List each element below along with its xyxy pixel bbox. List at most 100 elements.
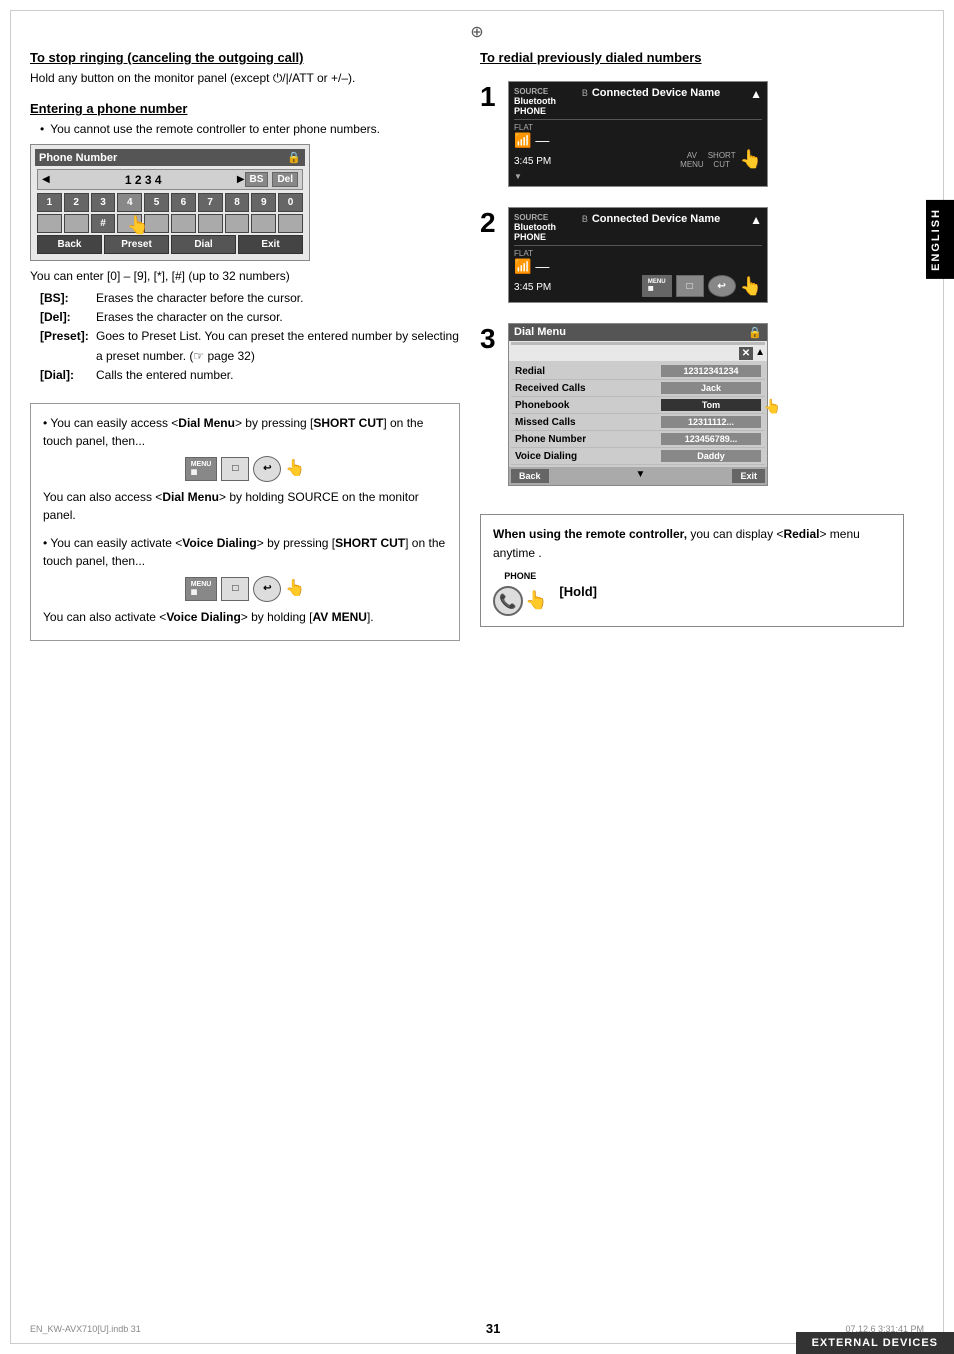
note-voice-text: • You can easily activate <Voice Dialing… <box>43 534 447 570</box>
key-7[interactable]: 7 <box>198 193 223 212</box>
step1-header: SOURCE BluetoothPHONE B Connected Device… <box>514 87 762 120</box>
phone-screen-title-label: Phone Number <box>39 152 117 164</box>
bullet-dial-text: Calls the entered number. <box>96 366 233 385</box>
step2-clip-btn[interactable]: □ <box>676 275 704 297</box>
entering-heading: Entering a phone number <box>30 101 460 116</box>
remote-note-inner: PHONE 📞 👆 [Hold] <box>493 569 891 615</box>
hand-icon-2: 👆 <box>285 576 305 602</box>
return-icon: ↩ <box>253 456 281 482</box>
hand-icon-1: 👆 <box>285 456 305 482</box>
dial-exit-button[interactable]: Exit <box>732 469 765 483</box>
note-item-voice-dialing: • You can easily activate <Voice Dialing… <box>43 534 447 626</box>
del-button[interactable]: Del <box>272 172 298 187</box>
step2-time: 3:45 PM <box>514 282 551 293</box>
dial-close-btn[interactable]: ✕ <box>739 347 753 360</box>
dial-menu-title-label: Dial Menu <box>514 326 566 339</box>
phone-screen: Phone Number 🔒 ◀ 1 2 3 4 ▶ BS Del 1 2 3 <box>30 144 310 261</box>
step2-bt-icon: B <box>582 214 588 224</box>
bs-del-group: BS Del <box>245 172 298 187</box>
phone-screen-bottom-bar: Back Preset Dial Exit <box>37 235 303 254</box>
key-hash[interactable]: # <box>91 214 116 233</box>
key-2[interactable]: 2 <box>64 193 89 212</box>
dial-down-arrow: ▼ <box>636 469 646 483</box>
step2-return-btn[interactable]: ↩ <box>708 275 736 297</box>
phone-screen-input: ◀ 1 2 3 4 ▶ BS Del <box>37 169 303 190</box>
step2-row: 2 SOURCE BluetoothPHONE B Connected Devi… <box>480 207 904 303</box>
dial-row-voicedialing-value[interactable]: Daddy <box>661 450 761 462</box>
back-button[interactable]: Back <box>37 235 102 254</box>
step1-up-arrow: ▲ <box>750 87 762 101</box>
note-dial-also-text: You can also access <Dial Menu> by holdi… <box>43 488 447 524</box>
dial-back-button[interactable]: Back <box>511 469 549 483</box>
hand-touch-icon: 👆 <box>127 215 149 236</box>
step1-flat: FLAT <box>514 123 762 132</box>
clip-icon: □ <box>221 457 249 481</box>
step2-menu-btn[interactable]: MENU▦ <box>642 275 672 297</box>
menu-icon-2: MENU▦ <box>185 577 218 600</box>
note-item-dial-menu: • You can easily access <Dial Menu> by p… <box>43 414 447 524</box>
dial-row-phonebook-label: Phonebook <box>515 400 605 411</box>
step1-source: SOURCE <box>514 87 556 96</box>
step1-device-screen: SOURCE BluetoothPHONE B Connected Device… <box>508 81 768 187</box>
exit-button[interactable]: Exit <box>238 235 303 254</box>
preset-button[interactable]: Preset <box>104 235 169 254</box>
dial-row-phonenumber-label: Phone Number <box>515 434 605 445</box>
dial-row-missed-value[interactable]: 12311112... <box>661 416 761 428</box>
dial-row-redial-value[interactable]: 12312341234 <box>661 365 761 377</box>
bs-button[interactable]: BS <box>245 172 269 187</box>
remote-note-bold: When using the remote controller, <box>493 527 687 541</box>
dial-row-phonebook: Phonebook Tom 👆 <box>511 397 765 414</box>
return-icon-2: ↩ <box>253 576 281 602</box>
dial-rows-container: Redial 12312341234 Received Calls Jack P… <box>509 361 767 467</box>
step1-row: 1 SOURCE BluetoothPHONE B Connected Devi… <box>480 81 904 187</box>
hold-label: [Hold] <box>559 582 597 603</box>
dial-menu-title-bar: Dial Menu 🔒 <box>509 324 767 341</box>
step1-content: SOURCE BluetoothPHONE B Connected Device… <box>508 81 768 187</box>
key-8[interactable]: 8 <box>225 193 250 212</box>
key-9[interactable]: 9 <box>251 193 276 212</box>
bullet-bs: [BS]: Erases the character before the cu… <box>40 289 460 308</box>
dial-row-received-value[interactable]: Jack <box>661 382 761 394</box>
key-blank5 <box>171 214 196 233</box>
bullet-del-label: [Del]: <box>40 308 90 327</box>
step3-row: 3 Dial Menu 🔒 ✕ ▲ Redial 123 <box>480 323 904 486</box>
step1-bt-icon: B <box>582 88 588 98</box>
bullet-del-text: Erases the character on the cursor. <box>96 308 283 327</box>
dial-scroll-top <box>511 342 765 345</box>
phone-screen-title-bar: Phone Number 🔒 <box>35 149 305 166</box>
step1-short-cut: SHORTCUT <box>708 151 736 169</box>
step2-flat: FLAT <box>514 249 762 258</box>
entering-section: Entering a phone number • You cannot use… <box>30 101 460 385</box>
bullet-preset-label: [Preset]: <box>40 327 90 365</box>
key-5[interactable]: 5 <box>144 193 169 212</box>
dial-row-phonebook-value[interactable]: Tom 👆 <box>661 399 761 411</box>
step3-content: Dial Menu 🔒 ✕ ▲ Redial 12312341234 <box>508 323 768 486</box>
step1-hand: 👆 <box>740 149 762 170</box>
key-4[interactable]: 4 <box>117 193 142 212</box>
remote-note-text: When using the remote controller, you ca… <box>493 525 891 563</box>
key-blank9 <box>278 214 303 233</box>
key-6[interactable]: 6 <box>171 193 196 212</box>
right-column: To redial previously dialed numbers 1 SO… <box>480 50 904 1294</box>
footer-file: EN_KW-AVX710[U].indb 31 <box>30 1324 141 1334</box>
key-0[interactable]: 0 <box>278 193 303 212</box>
step1-number: 1 <box>480 81 500 113</box>
bullet-bs-text: Erases the character before the cursor. <box>96 289 303 308</box>
key-blank6 <box>198 214 223 233</box>
dial-row-voicedialing-label: Voice Dialing <box>515 451 605 462</box>
dial-hand-icon: 👆 <box>764 398 781 415</box>
step1-time: 3:45 PM <box>514 156 551 167</box>
key-3[interactable]: 3 <box>91 193 116 212</box>
phone-button-icon[interactable]: 📞 <box>493 586 523 616</box>
remote-hand-icon: 👆 <box>525 586 547 615</box>
phone-input-value: 1 2 3 4 <box>50 173 237 187</box>
bullet-preset-text: Goes to Preset List. You can preset the … <box>96 327 460 365</box>
remote-note: When using the remote controller, you ca… <box>480 514 904 627</box>
input-arrow-right: ▶ <box>237 174 245 185</box>
dial-row-phonenumber-value[interactable]: 123456789... <box>661 433 761 445</box>
key-blank2 <box>64 214 89 233</box>
dial-up-arrow: ▲ <box>755 347 765 360</box>
dial-row-phonenumber: Phone Number 123456789... <box>511 431 765 448</box>
key-1[interactable]: 1 <box>37 193 62 212</box>
dial-button[interactable]: Dial <box>171 235 236 254</box>
